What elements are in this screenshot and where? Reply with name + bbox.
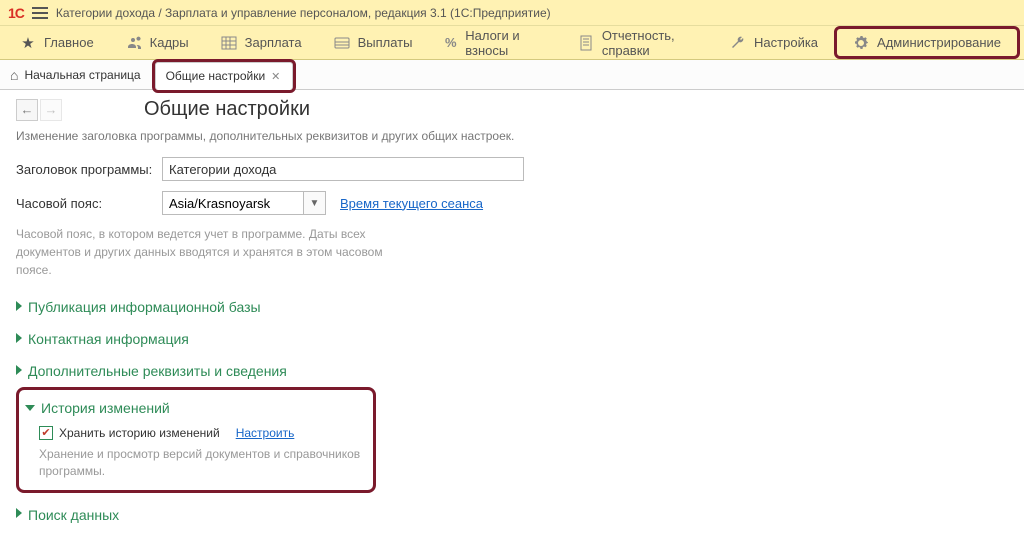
tab-label: Общие настройки [166,69,266,83]
window-title: Категории дохода / Зарплата и управление… [56,6,551,20]
chevron-down-icon [25,402,35,414]
logo-1c: 1C [8,5,24,21]
timezone-select[interactable]: ▼ [162,191,326,215]
current-session-time-link[interactable]: Время текущего сеанса [340,196,483,211]
nav-personnel[interactable]: Кадры [110,26,205,59]
tab-row: ⌂ Начальная страница Общие настройки ✕ [0,60,1024,90]
section-additional-attrs[interactable]: Дополнительные реквизиты и сведения [16,355,1008,387]
section-data-search[interactable]: Поиск данных [16,499,1008,531]
chevron-right-icon [16,301,22,314]
section-publication[interactable]: Публикация информационной базы [16,291,1008,323]
chevron-down-icon[interactable]: ▼ [304,191,326,215]
section-contact-info[interactable]: Контактная информация [16,323,1008,355]
section-label: История изменений [41,400,170,416]
people-icon [126,35,142,51]
tab-general-settings[interactable]: Общие настройки ✕ [155,62,294,90]
back-button[interactable]: ← [16,99,38,121]
nav-settings[interactable]: Настройка [714,26,834,59]
section-label: Контактная информация [28,331,189,347]
program-title-label: Заголовок программы: [16,162,156,177]
forward-button[interactable]: → [40,99,62,121]
section-label: Публикация информационной базы [28,299,261,315]
toolbar-row: ← → Общие настройки [16,98,1008,121]
section-signature-encryption[interactable]: Электронная подпись и шифрование [16,531,1008,538]
grid-icon [221,35,237,51]
document-icon [578,35,594,51]
content-area: ← → Общие настройки Изменение заголовка … [0,90,1024,538]
nav-label: Выплаты [358,35,413,50]
tab-start-page[interactable]: ⌂ Начальная страница [4,61,155,89]
section-change-history[interactable]: История изменений [25,392,361,424]
nav-label: Настройка [754,35,818,50]
nav-arrows: ← → [16,99,62,121]
chevron-right-icon [16,365,22,378]
store-history-checkbox[interactable] [39,426,53,440]
nav-administration[interactable]: Администрирование [834,26,1020,59]
nav-label: Администрирование [877,35,1001,50]
timezone-row: Часовой пояс: ▼ Время текущего сеанса [16,191,1008,215]
wrench-icon [730,35,746,51]
chevron-right-icon [16,508,22,521]
section-label: Дополнительные реквизиты и сведения [28,363,287,379]
percent-icon: % [444,35,457,51]
program-title-input[interactable] [162,157,524,181]
main-nav: ★ Главное Кадры Зарплата Выплаты % Налог… [0,26,1024,60]
timezone-note: Часовой пояс, в котором ведется учет в п… [16,225,416,279]
home-icon: ⌂ [10,67,18,83]
nav-salary[interactable]: Зарплата [205,26,318,59]
drawer-icon [334,35,350,51]
history-note: Хранение и просмотр версий документов и … [39,446,361,480]
nav-label: Зарплата [245,35,302,50]
nav-label: Отчетность, справки [602,28,698,58]
store-history-row: Хранить историю изменений Настроить [39,426,361,440]
page-title: Общие настройки [144,98,310,121]
timezone-input[interactable] [162,191,304,215]
chevron-right-icon [16,333,22,346]
nav-payments[interactable]: Выплаты [318,26,429,59]
star-icon: ★ [20,35,36,51]
nav-reports[interactable]: Отчетность, справки [562,26,714,59]
nav-label: Главное [44,35,94,50]
hamburger-icon[interactable] [32,4,48,22]
nav-label: Налоги и взносы [465,28,546,58]
section-history-container: История изменений Хранить историю измене… [16,387,376,493]
timezone-label: Часовой пояс: [16,196,156,211]
page-description: Изменение заголовка программы, дополните… [16,129,1008,143]
configure-history-link[interactable]: Настроить [236,426,295,440]
store-history-label: Хранить историю изменений [59,426,220,440]
nav-main[interactable]: ★ Главное [4,26,110,59]
nav-taxes[interactable]: % Налоги и взносы [428,26,561,59]
program-title-row: Заголовок программы: [16,157,1008,181]
tab-start-label: Начальная страница [24,68,140,82]
gear-icon [853,35,869,51]
title-bar: 1C Категории дохода / Зарплата и управле… [0,0,1024,26]
section-label: Поиск данных [28,507,119,523]
close-icon[interactable]: ✕ [269,70,282,83]
nav-label: Кадры [150,35,189,50]
